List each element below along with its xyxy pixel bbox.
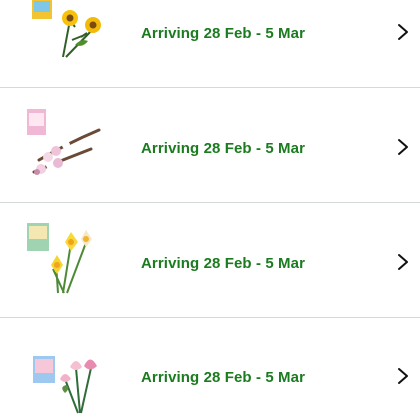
chevron-right-icon[interactable]: [396, 366, 410, 386]
order-row-lotus-flowers[interactable]: Arriving 28 Feb - 5 Mar: [0, 319, 420, 420]
orders-list: Arriving 28 Feb - 5 Mar Arriving 28 Feb …: [0, 0, 420, 420]
chevron-right-icon[interactable]: [396, 252, 410, 272]
delivery-status: Arriving 28 Feb - 5 Mar: [141, 255, 306, 272]
row-divider: [0, 87, 420, 88]
row-divider: [0, 202, 420, 203]
daffodils-lego-set-icon: [27, 223, 92, 294]
sunflowers-lego-set-icon: [32, 0, 101, 58]
row-divider: [0, 317, 420, 318]
delivery-status: Arriving 28 Feb - 5 Mar: [141, 25, 306, 42]
lotus-flowers-lego-set-icon: [33, 356, 97, 414]
chevron-right-icon[interactable]: [396, 22, 410, 42]
order-row-sunflowers[interactable]: Arriving 28 Feb - 5 Mar: [0, 0, 420, 88]
order-row-cherry-blossoms[interactable]: Arriving 28 Feb - 5 Mar: [0, 90, 420, 203]
chevron-right-icon[interactable]: [396, 137, 410, 157]
cherry-blossoms-lego-set-icon: [27, 109, 101, 175]
delivery-status: Arriving 28 Feb - 5 Mar: [141, 140, 306, 157]
order-row-daffodils[interactable]: Arriving 28 Feb - 5 Mar: [0, 205, 420, 318]
delivery-status: Arriving 28 Feb - 5 Mar: [141, 369, 306, 386]
